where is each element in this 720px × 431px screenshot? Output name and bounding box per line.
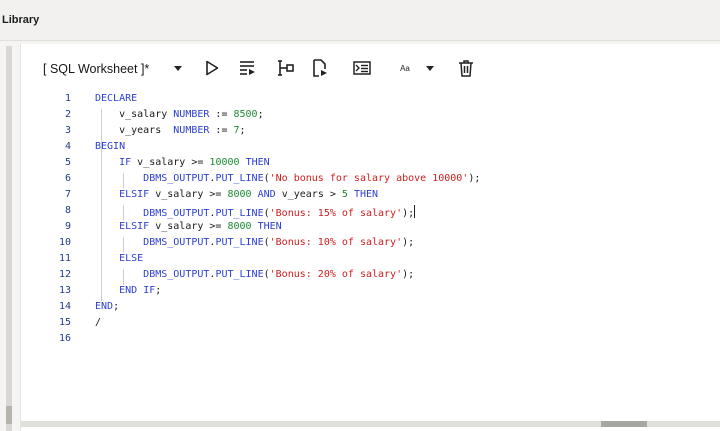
code-line[interactable]: 8 DBMS_OUTPUT.PUT_LINE('Bonus: 15% of sa… xyxy=(21,205,720,221)
code-line[interactable]: 4 BEGIN xyxy=(21,141,720,157)
line-number: 2 xyxy=(64,109,71,120)
line-number: 1 xyxy=(64,93,71,104)
code-line[interactable]: 3 v_years NUMBER := 7; xyxy=(21,125,720,141)
vertical-scrollbar-thumb[interactable] xyxy=(6,406,12,424)
line-number: 4 xyxy=(64,141,71,152)
line-number: 3 xyxy=(64,125,71,136)
text-cursor xyxy=(414,205,416,218)
code-text[interactable]: DBMS_OUTPUT.PUT_LINE('Bonus: 10% of sala… xyxy=(95,237,414,248)
code-text[interactable]: ELSIF v_salary >= 8000 AND v_years > 5 T… xyxy=(95,189,378,200)
code-line[interactable]: 9 ELSIF v_salary >= 8000 THEN xyxy=(21,221,720,237)
horizontal-scrollbar[interactable] xyxy=(21,421,720,427)
line-number: 7 xyxy=(64,189,71,200)
line-number: 10 xyxy=(58,237,71,248)
worksheet-panel: [ SQL Worksheet ]* Aa 1 DECLARE 2 v_sala… xyxy=(20,44,720,431)
code-text[interactable]: v_salary NUMBER := 8500; xyxy=(95,109,264,120)
code-line[interactable]: 10 DBMS_OUTPUT.PUT_LINE('Bonus: 10% of s… xyxy=(21,237,720,253)
code-text[interactable]: END; xyxy=(95,301,119,312)
code-text[interactable]: DBMS_OUTPUT.PUT_LINE('No bonus for salar… xyxy=(95,173,480,184)
code-text[interactable]: DBMS_OUTPUT.PUT_LINE('Bonus: 15% of sala… xyxy=(95,205,416,219)
dbms-output-icon[interactable] xyxy=(349,56,375,80)
code-text[interactable]: IF v_salary >= 10000 THEN xyxy=(95,157,270,168)
line-number: 16 xyxy=(58,333,71,344)
code-text[interactable]: END IF; xyxy=(95,285,161,296)
clear-trash-icon[interactable] xyxy=(453,56,479,80)
line-number: 15 xyxy=(58,317,71,328)
format-icon[interactable]: Aa xyxy=(391,56,419,80)
line-number: 12 xyxy=(58,269,71,280)
code-text[interactable]: v_years NUMBER := 7; xyxy=(95,125,245,136)
code-text[interactable]: BEGIN xyxy=(95,141,125,152)
code-text[interactable]: ELSIF v_salary >= 8000 THEN xyxy=(95,221,282,232)
code-line[interactable]: 1 DECLARE xyxy=(21,93,720,109)
format-menu-chevron-icon[interactable] xyxy=(417,56,443,80)
run-statement-icon[interactable] xyxy=(199,56,225,80)
code-line[interactable]: 2 v_salary NUMBER := 8500; xyxy=(21,109,720,125)
line-number: 14 xyxy=(58,301,71,312)
run-script-icon[interactable] xyxy=(235,56,261,80)
left-rail xyxy=(6,46,12,431)
worksheet-toolbar: [ SQL Worksheet ]* Aa xyxy=(21,44,720,92)
code-line[interactable]: 12 DBMS_OUTPUT.PUT_LINE('Bonus: 20% of s… xyxy=(21,269,720,285)
code-line[interactable]: 14 END; xyxy=(21,301,720,317)
code-line[interactable]: 15 / xyxy=(21,317,720,333)
code-line[interactable]: 5 IF v_salary >= 10000 THEN xyxy=(21,157,720,173)
line-number: 8 xyxy=(64,205,71,216)
code-text[interactable]: ELSE xyxy=(95,253,143,264)
line-number: 9 xyxy=(64,221,71,232)
tab-menu-chevron-icon[interactable] xyxy=(165,56,191,80)
line-number: 13 xyxy=(58,285,71,296)
top-bar: Library xyxy=(0,0,720,41)
line-number: 11 xyxy=(58,253,71,264)
code-text[interactable]: / xyxy=(95,317,101,328)
code-text[interactable]: DBMS_OUTPUT.PUT_LINE('Bonus: 20% of sala… xyxy=(95,269,414,280)
autotrace-icon[interactable] xyxy=(307,56,333,80)
code-line[interactable]: 7 ELSIF v_salary >= 8000 AND v_years > 5… xyxy=(21,189,720,205)
line-number: 6 xyxy=(64,173,71,184)
explain-plan-icon[interactable] xyxy=(273,56,299,80)
code-editor[interactable]: 1 DECLARE 2 v_salary NUMBER := 8500; 3 v_ye… xyxy=(21,93,720,413)
page-title: Library xyxy=(2,14,40,26)
code-line[interactable]: 16 xyxy=(21,333,720,349)
code-line[interactable]: 6 DBMS_OUTPUT.PUT_LINE('No bonus for sal… xyxy=(21,173,720,189)
code-text[interactable]: DECLARE xyxy=(95,93,137,104)
worksheet-tab-label[interactable]: [ SQL Worksheet ]* xyxy=(43,62,149,76)
line-number: 5 xyxy=(64,157,71,168)
code-line[interactable]: 13 END IF; xyxy=(21,285,720,301)
code-line[interactable]: 11 ELSE xyxy=(21,253,720,269)
horizontal-scrollbar-thumb[interactable] xyxy=(601,421,647,427)
